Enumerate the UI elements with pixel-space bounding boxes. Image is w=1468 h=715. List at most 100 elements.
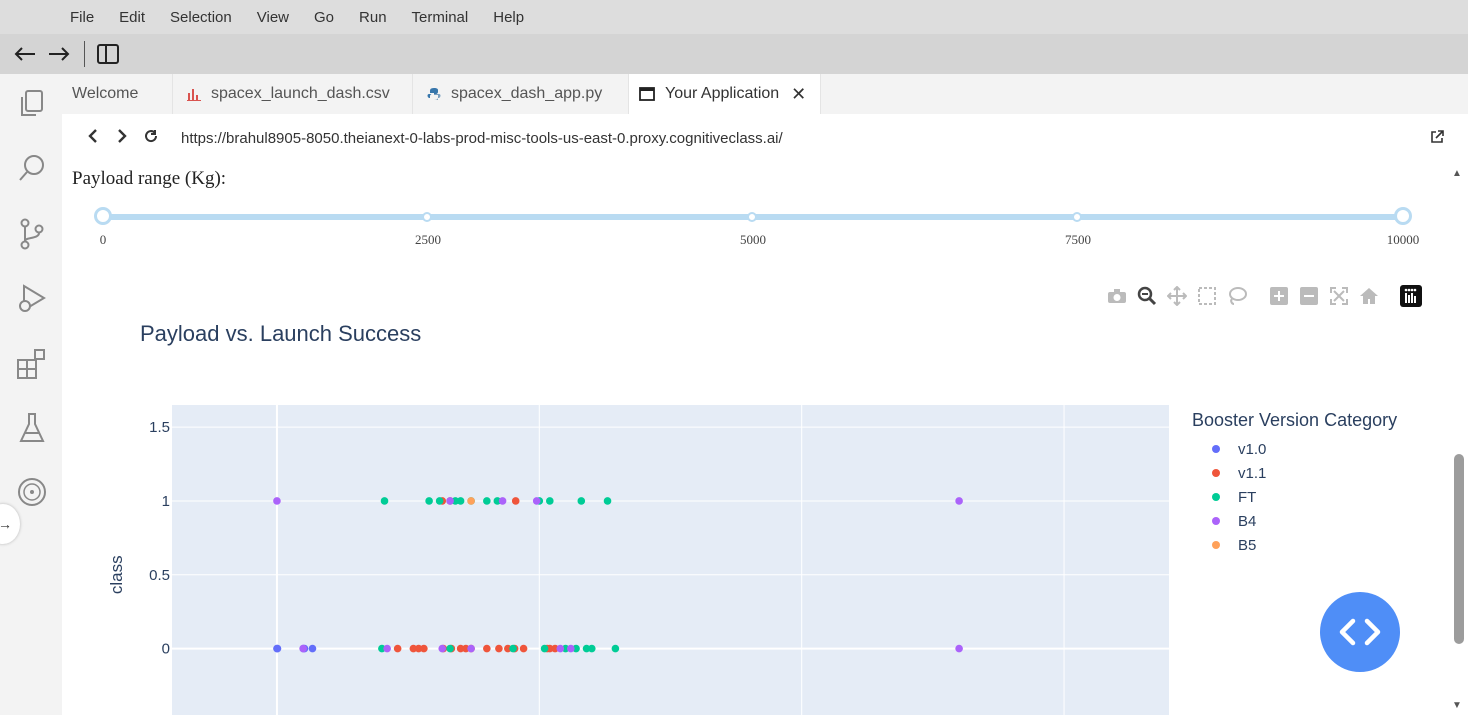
- extensions-icon[interactable]: [14, 346, 50, 382]
- zoom-icon[interactable]: [1132, 284, 1162, 308]
- data-point: [438, 644, 447, 653]
- data-point: [446, 497, 454, 505]
- slider-max-handle[interactable]: [1394, 207, 1412, 225]
- y-tick-label: 1: [162, 493, 170, 510]
- browser-forward-button[interactable]: [111, 128, 133, 148]
- slider-min-handle[interactable]: [94, 207, 112, 225]
- browser-back-button[interactable]: [82, 128, 104, 148]
- legend-item-v1-0[interactable]: v1.0: [1192, 437, 1397, 461]
- data-point: [435, 497, 444, 505]
- data-point: [483, 497, 491, 505]
- data-point: [519, 644, 528, 653]
- modebar-gap: [1384, 284, 1396, 308]
- camera-icon[interactable]: [1102, 284, 1132, 308]
- slider-mark-label: 2500: [415, 232, 441, 247]
- data-point: [498, 497, 507, 505]
- data-point: [483, 644, 491, 653]
- code-brackets-icon: [1339, 618, 1381, 646]
- data-point: [383, 644, 391, 653]
- data-point: [380, 497, 389, 505]
- python-icon: [427, 87, 441, 101]
- menu-selection[interactable]: Selection: [166, 7, 236, 28]
- data-point: [393, 644, 402, 653]
- data-point: [509, 644, 517, 653]
- forward-button[interactable]: [46, 41, 72, 67]
- data-point: [511, 497, 520, 505]
- data-point: [299, 644, 307, 653]
- data-point: [556, 644, 565, 653]
- tab-label: Your Application: [665, 85, 780, 102]
- scroll-up-arrow-icon[interactable]: ▲: [1452, 168, 1462, 179]
- tab-welcome[interactable]: Welcome: [62, 74, 173, 114]
- chevron-left-icon: [88, 128, 97, 143]
- menu-file[interactable]: File: [66, 7, 98, 28]
- toggle-panel-button[interactable]: [95, 41, 121, 67]
- tab-spacex-dash-app-py[interactable]: spacex_dash_app.py: [413, 74, 629, 114]
- legend-label: FT: [1238, 488, 1257, 506]
- legend-label: v1.0: [1238, 440, 1267, 458]
- open-external-icon[interactable]: [1430, 130, 1444, 149]
- plot-background: [172, 405, 1169, 715]
- legend-marker: [1212, 445, 1220, 453]
- dev-tools-button[interactable]: [1320, 592, 1400, 672]
- close-icon[interactable]: ✕: [791, 84, 806, 105]
- lasso-select-icon[interactable]: [1222, 284, 1252, 308]
- menu-view[interactable]: View: [253, 7, 293, 28]
- zoom-out-icon[interactable]: [1294, 284, 1324, 308]
- slider-mark-dot: [422, 212, 432, 222]
- plot-modebar: [1102, 284, 1426, 308]
- flask-icon[interactable]: [14, 410, 50, 446]
- reset-axes-icon[interactable]: [1354, 284, 1384, 308]
- sidebar-toggle-button[interactable]: →: [0, 504, 20, 544]
- url-field[interactable]: https://brahul8905-8050.theianext-0-labs…: [181, 130, 783, 147]
- vertical-scrollbar[interactable]: ▲ ▼: [1446, 162, 1468, 715]
- data-point: [955, 497, 963, 505]
- activity-bar: →: [0, 74, 62, 715]
- arrow-right-icon: [49, 47, 70, 61]
- payload-range-slider[interactable]: 0 2500 5000 7500 10000: [94, 207, 1419, 247]
- settings-wheel-icon[interactable]: [14, 474, 50, 510]
- menu-edit[interactable]: Edit: [115, 7, 149, 28]
- back-button[interactable]: [12, 41, 38, 67]
- menu-terminal[interactable]: Terminal: [408, 7, 473, 28]
- box-select-icon[interactable]: [1192, 284, 1222, 308]
- slider-mark-dot: [747, 212, 757, 222]
- explorer-icon[interactable]: [14, 86, 50, 122]
- menu-go[interactable]: Go: [310, 7, 338, 28]
- tab-spacex-launch-dash-csv[interactable]: spacex_launch_dash.csv: [173, 74, 413, 114]
- tab-label: Welcome: [72, 85, 139, 102]
- plotly-logo-icon[interactable]: [1396, 284, 1426, 308]
- chart-file-icon: [187, 87, 201, 101]
- legend-item-b5[interactable]: B5: [1192, 533, 1397, 557]
- legend-label: B5: [1238, 536, 1257, 554]
- y-axis-label: class: [107, 555, 126, 594]
- scrollbar-thumb[interactable]: [1454, 454, 1464, 644]
- pan-icon[interactable]: [1162, 284, 1192, 308]
- legend-title: Booster Version Category: [1192, 410, 1398, 430]
- y-tick-label: 0: [162, 641, 170, 658]
- data-point: [611, 644, 620, 653]
- legend-marker: [1212, 517, 1220, 525]
- browser-reload-button[interactable]: [140, 129, 162, 148]
- legend-item-ft[interactable]: FT: [1192, 485, 1397, 509]
- slider-mark-label: 0: [99, 232, 107, 247]
- menu-run[interactable]: Run: [355, 7, 391, 28]
- source-control-icon[interactable]: [14, 216, 50, 252]
- legend-marker: [1212, 469, 1220, 477]
- run-debug-icon[interactable]: [14, 280, 50, 316]
- tab-bar: Welcome spacex_launch_dash.csv spacex_da…: [62, 74, 1468, 114]
- legend-item-b4[interactable]: B4: [1192, 509, 1397, 533]
- zoom-in-icon[interactable]: [1264, 284, 1294, 308]
- menu-help[interactable]: Help: [489, 7, 528, 28]
- chart-title: Payload vs. Launch Success: [140, 321, 422, 346]
- tab-your-application[interactable]: Your Application ✕: [629, 74, 821, 114]
- data-point: [577, 497, 586, 505]
- tab-label: spacex_dash_app.py: [451, 85, 603, 102]
- scroll-down-arrow-icon[interactable]: ▼: [1452, 700, 1462, 711]
- scatter-plot[interactable]: 1.5 1 0.5 0 class: [62, 395, 1172, 715]
- nav-separator: [84, 41, 85, 67]
- y-tick-label: 1.5: [149, 419, 170, 436]
- autoscale-icon[interactable]: [1324, 284, 1354, 308]
- legend-item-v1-1[interactable]: v1.1: [1192, 461, 1397, 485]
- search-icon[interactable]: [14, 150, 50, 186]
